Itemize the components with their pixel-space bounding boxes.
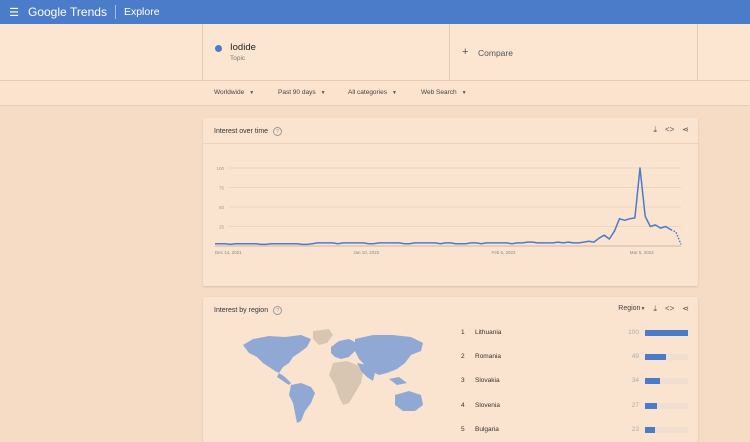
card-title: Interest over time ? bbox=[214, 127, 283, 136]
series-line[interactable] bbox=[215, 167, 672, 246]
interest-over-time-title: Interest over time bbox=[214, 128, 269, 135]
map-europe[interactable] bbox=[331, 339, 357, 359]
brand-trends: Trends bbox=[70, 5, 107, 19]
download-icon[interactable]: ⤓ bbox=[653, 125, 657, 135]
search-terms-bar: Iodide Topic + Compare bbox=[0, 24, 750, 81]
region-bar-fill bbox=[645, 427, 655, 433]
region-value: 27 bbox=[631, 402, 639, 409]
y-tick-label: 100 bbox=[216, 166, 224, 171]
term-color-dot bbox=[215, 45, 222, 52]
search-term-name[interactable]: Iodide bbox=[230, 42, 256, 53]
search-type-filter[interactable]: Web Search ▼ bbox=[421, 89, 467, 96]
region-bar-fill bbox=[645, 330, 688, 336]
caret-down-icon: ▼ bbox=[392, 89, 397, 96]
menu-icon[interactable]: ☰ bbox=[0, 0, 28, 24]
region-bar-fill bbox=[645, 354, 667, 360]
card-actions: ⤓ <> ⋖ bbox=[653, 125, 689, 135]
map-south-america[interactable] bbox=[289, 383, 315, 423]
y-tick-label: 25 bbox=[219, 225, 225, 230]
region-value: 34 bbox=[631, 377, 639, 384]
search-type-filter-label: Web Search bbox=[421, 89, 457, 96]
brand-google: Google bbox=[28, 5, 67, 19]
region-rank: 5 bbox=[461, 426, 465, 433]
region-value: 100 bbox=[628, 329, 639, 336]
search-term-card[interactable]: Iodide Topic bbox=[202, 24, 450, 81]
region-name[interactable]: Bulgaria bbox=[475, 426, 499, 433]
time-range-filter[interactable]: Past 90 days ▼ bbox=[278, 89, 326, 96]
region-row[interactable]: 4 Slovenia 27 bbox=[461, 402, 691, 414]
filters-bar: Worldwide ▼ Past 90 days ▼ All categories ▼… bbox=[0, 81, 750, 106]
region-name[interactable]: Slovenia bbox=[475, 402, 500, 409]
region-name[interactable]: Slovakia bbox=[475, 377, 500, 384]
region-bar bbox=[645, 354, 688, 360]
caret-down-icon: ▼ bbox=[249, 89, 255, 96]
region-row[interactable]: 2 Romania 49 bbox=[461, 353, 691, 365]
share-icon[interactable]: ⋖ bbox=[682, 125, 689, 135]
y-tick-label: 50 bbox=[219, 205, 225, 210]
location-filter-label: Worldwide bbox=[214, 89, 245, 96]
region-granularity-label: Region bbox=[618, 305, 641, 312]
embed-icon[interactable]: <> bbox=[665, 304, 674, 314]
caret-down-icon: ▼ bbox=[640, 306, 646, 312]
embed-icon[interactable]: <> bbox=[665, 125, 674, 135]
card-title: Interest by region ? bbox=[214, 306, 283, 315]
region-row[interactable]: 5 Bulgaria 23 bbox=[461, 426, 691, 438]
region-row[interactable]: 1 Lithuania 100 bbox=[461, 329, 691, 341]
region-row[interactable]: 3 Slovakia 34 bbox=[461, 377, 691, 389]
x-tick-label: Dec 14, 2021 bbox=[215, 250, 242, 255]
help-icon[interactable]: ? bbox=[273, 306, 283, 315]
region-rank: 1 bbox=[461, 329, 465, 336]
interest-over-time-card: Interest over time ? ⤓ <> ⋖ 25 50 75 100 Dec… bbox=[203, 118, 698, 286]
region-bar bbox=[645, 403, 688, 409]
download-icon[interactable]: ⤓ bbox=[653, 304, 657, 314]
interest-by-region-card: Interest by region ? Region▼ ⤓ <> ⋖ 1 Li… bbox=[203, 297, 698, 442]
region-name[interactable]: Romania bbox=[475, 353, 501, 360]
region-value: 49 bbox=[631, 353, 639, 360]
search-term-type: Topic bbox=[230, 55, 246, 62]
x-tick-label: Feb 6, 2022 bbox=[492, 250, 517, 255]
map-north-america[interactable] bbox=[243, 335, 311, 373]
region-rank: 4 bbox=[461, 402, 465, 409]
region-bar bbox=[645, 427, 688, 433]
map-greenland[interactable] bbox=[313, 329, 333, 345]
card-header: Interest by region ? Region▼ ⤓ <> ⋖ bbox=[203, 297, 698, 323]
map-africa[interactable] bbox=[329, 361, 363, 405]
help-icon[interactable]: ? bbox=[273, 127, 283, 136]
time-range-filter-label: Past 90 days bbox=[278, 89, 316, 96]
region-bar-fill bbox=[645, 403, 657, 409]
x-tick-label: Jan 10, 2022 bbox=[353, 250, 380, 255]
region-granularity-select[interactable]: Region▼ bbox=[618, 304, 645, 314]
x-tick-label: Mar 5, 2022 bbox=[630, 250, 655, 255]
region-bar-fill bbox=[645, 378, 660, 384]
card-header: Interest over time ? ⤓ <> ⋖ bbox=[203, 118, 698, 144]
world-map[interactable] bbox=[239, 327, 429, 427]
region-value: 23 bbox=[631, 426, 639, 433]
app-header: ☰ Google Trends Explore bbox=[0, 0, 750, 24]
compare-label[interactable]: Compare bbox=[478, 48, 513, 58]
map-southeast-asia[interactable] bbox=[389, 377, 407, 385]
share-icon[interactable]: ⋖ bbox=[682, 304, 689, 314]
region-bar bbox=[645, 378, 688, 384]
interest-by-region-title: Interest by region bbox=[214, 307, 269, 314]
map-australia[interactable] bbox=[395, 391, 423, 411]
map-central-america[interactable] bbox=[277, 373, 291, 385]
compare-card[interactable]: + Compare bbox=[450, 24, 698, 81]
region-name[interactable]: Lithuania bbox=[475, 329, 501, 336]
page-title: Explore bbox=[123, 6, 160, 18]
google-trends-logo[interactable]: Google Trends bbox=[28, 5, 107, 19]
region-rank: 3 bbox=[461, 377, 465, 384]
series-line-partial[interactable] bbox=[670, 228, 682, 245]
category-filter[interactable]: All categories ▼ bbox=[348, 89, 397, 96]
category-filter-label: All categories bbox=[348, 89, 388, 96]
caret-down-icon: ▼ bbox=[461, 89, 467, 96]
y-tick-label: 75 bbox=[219, 186, 225, 191]
location-filter[interactable]: Worldwide ▼ bbox=[214, 89, 254, 96]
region-rank: 2 bbox=[461, 353, 465, 360]
plus-icon[interactable]: + bbox=[462, 46, 468, 58]
header-divider bbox=[114, 5, 116, 19]
region-bar bbox=[645, 330, 688, 336]
card-actions: Region▼ ⤓ <> ⋖ bbox=[618, 304, 689, 314]
caret-down-icon: ▼ bbox=[320, 89, 326, 96]
interest-over-time-chart[interactable]: 25 50 75 100 Dec 14, 2021 Jan 10, 2022 Feb 6, … bbox=[203, 144, 698, 286]
